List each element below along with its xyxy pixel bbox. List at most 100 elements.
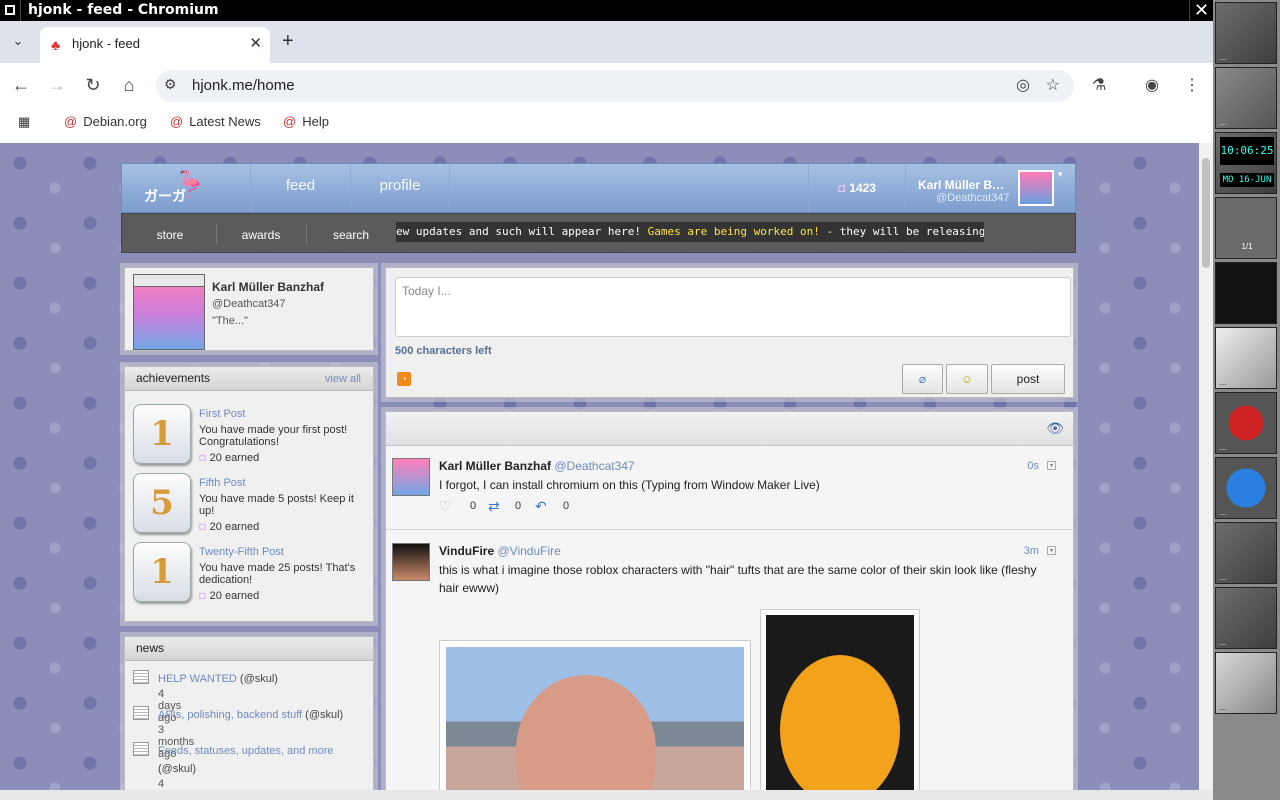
header-avatar[interactable]: [1018, 170, 1054, 206]
post-handle[interactable]: @Deathcat347: [554, 459, 634, 473]
emoji-button[interactable]: ☺: [946, 364, 988, 394]
nav-awards[interactable]: awards: [216, 214, 306, 252]
post-image[interactable]: [760, 609, 920, 790]
bookmark-debian[interactable]: @ Debian.org: [64, 114, 147, 129]
dock-clock[interactable]: 10:06:25 MO 16-JUN: [1215, 132, 1277, 194]
dock-preferences-knife-icon[interactable]: …: [1215, 67, 1277, 129]
post-handle[interactable]: @VinduFire: [497, 544, 560, 558]
medal-five-icon: 5: [133, 473, 191, 533]
news-link[interactable]: Feeds, statuses, updates, and more: [158, 745, 334, 757]
eye-icon[interactable]: 👁: [1046, 420, 1064, 437]
favicon-icon: ♣: [51, 37, 61, 53]
post-menu-chevron-icon[interactable]: ▾: [1047, 461, 1056, 470]
bookmark-help[interactable]: @ Help: [283, 114, 329, 129]
panel-header: achievements view all: [125, 367, 373, 391]
nav-profile[interactable]: profile: [350, 164, 450, 212]
news-link[interactable]: HELP WANTED: [158, 673, 237, 685]
tab-close-icon[interactable]: ✕: [249, 34, 262, 52]
site-info-icon[interactable]: ⚙: [164, 76, 177, 93]
reply-icon[interactable]: ↶: [535, 498, 547, 515]
window-close-button[interactable]: ✕: [1189, 0, 1213, 21]
post-composer: Today I... 500 characters left ◔ ⌀ ☺ pos…: [385, 267, 1074, 398]
post-body: I forgot, I can install chromium on this…: [439, 478, 820, 492]
web-page: 🦩 ガーガ feed profile ◘ 1423 Karl Müller B… …: [0, 143, 1199, 790]
reload-button[interactable]: ↻: [81, 73, 105, 97]
news-link[interactable]: APIs, polishing, backend stuff: [158, 709, 302, 721]
profile-icon[interactable]: ◉: [1145, 75, 1159, 95]
dock-installer-icon[interactable]: …: [1215, 652, 1277, 714]
scrollbar-thumb[interactable]: [1202, 158, 1210, 268]
post-author[interactable]: VinduFire @VinduFire: [439, 544, 561, 558]
site-logo[interactable]: 🦩 ガーガ: [140, 170, 230, 208]
post-avatar[interactable]: [392, 458, 430, 496]
address-bar[interactable]: ⚙ hjonk.me/home ◎ ☆: [156, 70, 1074, 102]
profile-avatar[interactable]: [133, 274, 205, 350]
news-doc-icon: [133, 670, 149, 684]
tab-search-icon[interactable]: ⌄: [8, 33, 28, 53]
coin-icon: ◘: [199, 521, 206, 533]
feed-panel: 👁 Karl Müller Banzhaf @Deathcat347 0s ▾ …: [385, 411, 1074, 790]
clock-date: MO 16-JUN: [1220, 173, 1274, 187]
repost-icon[interactable]: ⇄: [488, 498, 500, 515]
coin-balance[interactable]: ◘ 1423: [808, 164, 906, 212]
post-author[interactable]: Karl Müller Banzhaf @Deathcat347: [439, 459, 635, 473]
dock-gnustep-icon[interactable]: …: [1215, 2, 1277, 64]
horizontal-scrollbar[interactable]: [0, 790, 1213, 800]
achievement-earned: ◘ 20 earned: [199, 521, 260, 533]
forward-button[interactable]: →: [45, 73, 69, 97]
new-tab-button[interactable]: +: [282, 30, 294, 53]
post-button[interactable]: post: [991, 364, 1065, 394]
achievement-item[interactable]: 5 Fifth Post You have made 5 posts! Keep…: [133, 473, 369, 537]
back-button[interactable]: ←: [9, 73, 33, 97]
dock-workspace-pager[interactable]: 1/1: [1215, 197, 1277, 259]
header-user-name[interactable]: Karl Müller B…: [918, 178, 1004, 192]
rss-icon[interactable]: ◔: [397, 372, 411, 386]
post-avatar[interactable]: [392, 543, 430, 581]
post-menu-chevron-icon[interactable]: ▾: [1047, 546, 1056, 555]
labs-icon[interactable]: ⚗: [1092, 75, 1106, 95]
tab-hjonk-feed[interactable]: ♣ hjonk - feed ✕: [40, 27, 270, 63]
like-heart-icon[interactable]: ♡: [439, 498, 452, 515]
post-time[interactable]: 0s: [1027, 460, 1039, 472]
window-titlebar: hjonk - feed - Chromium ✕: [0, 0, 1213, 21]
nav-feed[interactable]: feed: [250, 164, 350, 212]
apps-icon[interactable]: ▦: [18, 114, 30, 130]
window-maker-dock: … … 10:06:25 MO 16-JUN 1/1 … … … … … …: [1213, 0, 1280, 800]
attach-button[interactable]: ⌀: [902, 364, 943, 394]
dock-daemon-icon[interactable]: …: [1215, 587, 1277, 649]
profile-name[interactable]: Karl Müller Banzhaf: [212, 280, 324, 294]
post-textarea[interactable]: Today I...: [395, 277, 1071, 337]
achievement-title[interactable]: First Post: [199, 408, 245, 420]
sub-navigation: store awards search ew updates and such …: [121, 213, 1076, 253]
dock-red-planet-icon[interactable]: …: [1215, 392, 1277, 454]
profile-handle: @Deathcat347: [212, 298, 286, 310]
nav-search[interactable]: search: [306, 214, 396, 252]
dock-text-editor-icon[interactable]: …: [1215, 327, 1277, 389]
nav-store[interactable]: store: [122, 214, 218, 252]
user-menu-chevron-icon[interactable]: ▾: [1058, 169, 1063, 180]
achievement-item[interactable]: 1 Twenty-Fifth Post You have made 25 pos…: [133, 542, 369, 606]
post-image[interactable]: [439, 640, 751, 790]
window-menu-button[interactable]: [0, 0, 21, 21]
debian-swirl-icon: @: [283, 114, 297, 129]
dock-browser-icon[interactable]: …: [1215, 457, 1277, 519]
profile-bio: "The...": [212, 315, 248, 327]
dock-monitor-icon[interactable]: [1215, 262, 1277, 324]
news-date: 4 months ago: [158, 778, 165, 790]
home-button[interactable]: ⌂: [117, 73, 141, 97]
achievement-item[interactable]: 1 First Post You have made your first po…: [133, 404, 369, 468]
post-time[interactable]: 3m: [1024, 545, 1039, 557]
achievement-title[interactable]: Fifth Post: [199, 477, 245, 489]
tracking-protection-icon[interactable]: ◎: [1016, 75, 1030, 95]
dock-terminal-icon[interactable]: …: [1215, 522, 1277, 584]
vertical-scrollbar[interactable]: [1199, 143, 1213, 790]
bookmark-star-icon[interactable]: ☆: [1046, 75, 1060, 95]
bookmark-latest-news[interactable]: @ Latest News: [170, 114, 261, 129]
menu-icon[interactable]: ⋮: [1184, 75, 1200, 95]
bookmarks-bar: ▦ @ Debian.org @ Latest News @ Help: [0, 107, 1213, 137]
news-doc-icon: [133, 742, 149, 756]
view-all-link[interactable]: view all: [325, 373, 361, 385]
like-count: 0: [470, 500, 477, 512]
achievement-title[interactable]: Twenty-Fifth Post: [199, 546, 284, 558]
paperclip-icon: ⌀: [918, 372, 927, 386]
